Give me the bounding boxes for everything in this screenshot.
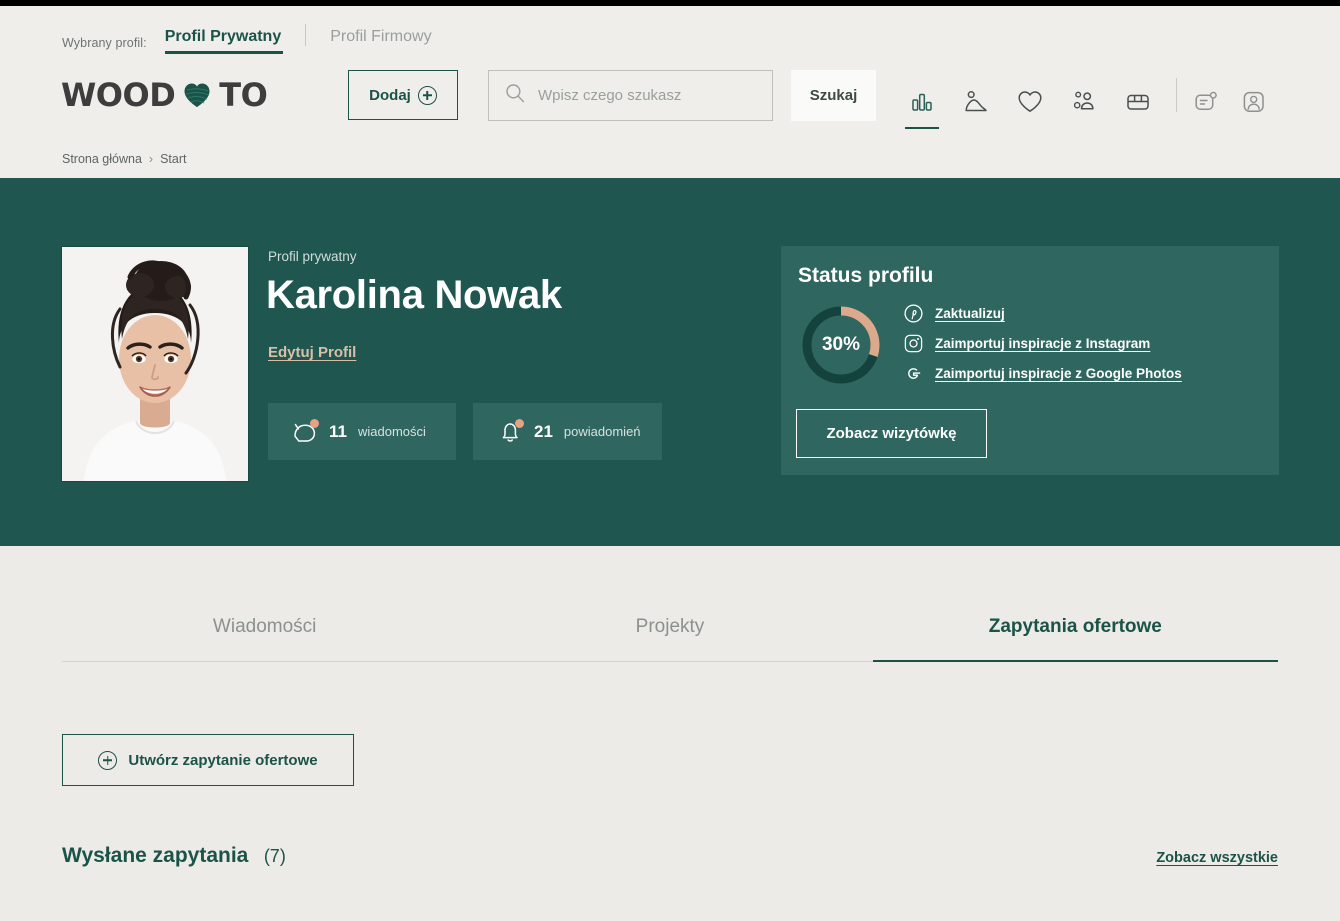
breadcrumb-separator: ›	[148, 152, 154, 166]
breadcrumb-item-home[interactable]: Strona główna	[62, 152, 142, 166]
content-area: Wiadomości Projekty Zapytania ofertowe U…	[0, 546, 1340, 921]
profile-tab-divider	[305, 24, 307, 46]
heart-outline-icon[interactable]	[1016, 87, 1044, 117]
add-button-label: Dodaj	[369, 86, 411, 104]
profile-hero: Profil prywatny Karolina Nowak Edytuj Pr…	[0, 178, 1340, 546]
tab-wiadomosci[interactable]: Wiadomości	[62, 616, 468, 662]
status-links: Zaktualizuj Zaimportuj inspiracje z Inst…	[904, 304, 1182, 383]
content-tabs: Wiadomości Projekty Zapytania ofertowe	[62, 616, 1278, 662]
stat-notifications-label: powiadomień	[563, 424, 641, 439]
status-panel-title: Status profilu	[798, 264, 934, 287]
search-icon	[505, 83, 525, 108]
profile-tab-private[interactable]: Profil Prywatny	[147, 28, 299, 54]
store-icon[interactable]	[1124, 87, 1152, 117]
stat-messages-label: wiadomości	[357, 424, 426, 439]
secondary-nav-icons	[1192, 76, 1268, 128]
heart-icon	[183, 82, 211, 108]
create-request-button-label: Utwórz zapytanie ofertowe	[128, 751, 318, 769]
sent-requests-header: Wysłane zapytania (7) Zobacz wszystkie	[62, 844, 1278, 868]
profile-completion-percent: 30%	[821, 334, 861, 355]
header-divider	[1176, 78, 1177, 112]
bell-icon	[497, 418, 524, 445]
account-icon[interactable]	[1240, 87, 1268, 117]
plus-circle-icon	[98, 750, 118, 770]
stat-messages-value: 11	[329, 421, 347, 441]
status-link-google-photos-label: Zaimportuj inspiracje z Google Photos	[935, 366, 1182, 381]
profile-tab-company[interactable]: Profil Firmowy	[312, 28, 449, 54]
search-box[interactable]	[488, 70, 773, 121]
see-all-link[interactable]: Zobacz wszystkie	[1156, 850, 1278, 866]
google-icon	[904, 364, 923, 383]
status-panel: Status profilu 30% Zaktualizuj Zaimportu…	[781, 246, 1279, 475]
search-submit-button[interactable]: Szukaj	[791, 70, 876, 121]
people-icon[interactable]	[1070, 87, 1098, 117]
edit-profile-link[interactable]: Edytuj Profil	[268, 344, 356, 361]
messages-icon[interactable]	[1192, 87, 1220, 117]
instagram-icon	[904, 334, 923, 353]
brand-logo-right: TO	[219, 76, 268, 114]
chart-icon[interactable]	[905, 87, 939, 129]
status-link-instagram-label: Zaimportuj inspiracje z Instagram	[935, 336, 1151, 351]
brand-logo-left: WOOD	[61, 76, 176, 114]
create-request-button[interactable]: Utwórz zapytanie ofertowe	[62, 734, 354, 786]
breadcrumb: Strona główna › Start	[62, 152, 187, 166]
page-root: Wybrany profil: Profil Prywatny Profil F…	[0, 0, 1340, 921]
status-link-update[interactable]: Zaktualizuj	[904, 304, 1182, 323]
avatar	[61, 246, 249, 482]
add-button[interactable]: Dodaj	[348, 70, 458, 120]
profile-kind: Profil prywatny	[268, 249, 357, 264]
sent-requests-count: (7)	[263, 846, 286, 866]
primary-nav-icons	[905, 76, 1152, 129]
stat-notifications[interactable]: 21 powiadomień	[473, 403, 662, 460]
plus-circle-icon	[417, 85, 437, 105]
tab-projekty[interactable]: Projekty	[467, 616, 873, 662]
page-title: Karolina Nowak	[266, 273, 562, 317]
view-business-card-button[interactable]: Zobacz wizytówkę	[796, 409, 987, 458]
image-icon[interactable]	[962, 87, 990, 117]
profile-switcher: Wybrany profil: Profil Prywatny Profil F…	[62, 14, 450, 54]
stat-notifications-value: 21	[534, 421, 553, 441]
sent-requests-title: Wysłane zapytania	[62, 844, 249, 867]
brand-logo[interactable]: WOOD TO	[61, 76, 268, 114]
badge-dot	[310, 418, 319, 428]
badge-dot	[515, 418, 524, 428]
status-link-update-label: Zaktualizuj	[935, 306, 1005, 321]
profile-switcher-label: Wybrany profil:	[62, 36, 147, 50]
stat-messages[interactable]: 11 wiadomości	[268, 403, 456, 460]
pinterest-icon	[904, 304, 923, 323]
breadcrumb-item-current: Start	[160, 152, 187, 166]
site-header: Wybrany profil: Profil Prywatny Profil F…	[0, 6, 1340, 178]
sent-requests-title-group: Wysłane zapytania (7)	[62, 844, 286, 868]
tab-zapytania-ofertowe[interactable]: Zapytania ofertowe	[872, 616, 1278, 662]
status-link-instagram[interactable]: Zaimportuj inspiracje z Instagram	[904, 334, 1182, 353]
chat-icon	[292, 418, 319, 445]
search-input[interactable]	[538, 87, 756, 104]
status-link-google-photos[interactable]: Zaimportuj inspiracje z Google Photos	[904, 364, 1182, 383]
